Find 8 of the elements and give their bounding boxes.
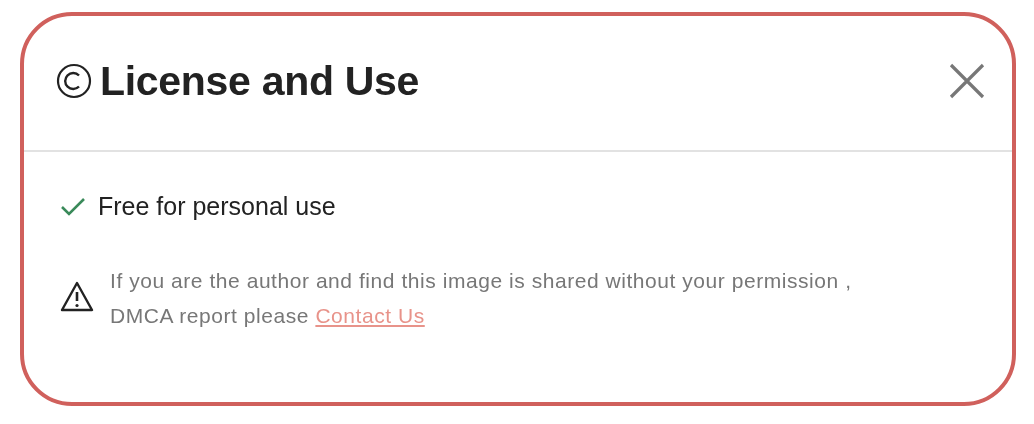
close-button[interactable] — [948, 62, 986, 100]
dialog-title: License and Use — [100, 57, 420, 105]
feature-label: Free for personal use — [98, 192, 336, 221]
warning-icon — [60, 281, 94, 313]
dmca-notice: If you are the author and find this image is shared without your permission , DMCA report please Contact Us — [110, 268, 852, 329]
check-icon — [60, 196, 86, 217]
copyright-icon — [56, 63, 92, 99]
contact-link[interactable]: Contact Us — [315, 304, 425, 327]
